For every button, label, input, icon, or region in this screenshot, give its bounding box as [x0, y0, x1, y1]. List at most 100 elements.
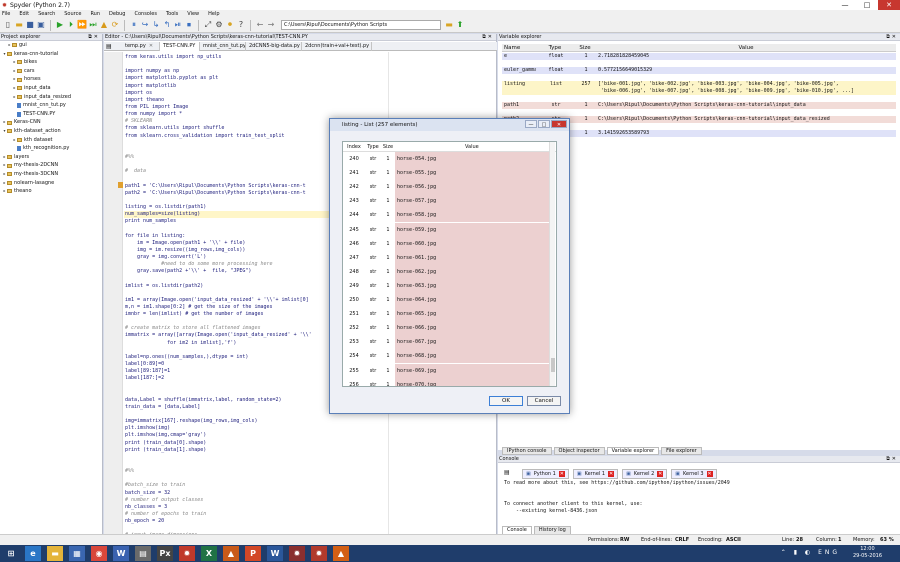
code-line[interactable] — [124, 525, 496, 532]
code-line[interactable] — [124, 475, 496, 482]
open-file-icon[interactable]: ▬ — [14, 20, 24, 30]
console-tab[interactable]: ▣ Kernel 1 ✕ — [572, 469, 619, 479]
pane-tab[interactable]: Variable explorer — [606, 447, 660, 455]
menu-source[interactable]: Source — [64, 11, 81, 17]
console-pane-controls[interactable]: ⧉✕ — [886, 456, 900, 462]
taskbar-matlab2-icon[interactable]: ▲ — [333, 546, 349, 561]
row-value[interactable]: horse-069.jpg — [395, 363, 551, 378]
editor-tab[interactable]: mnist_cnn_tut.py✕ — [200, 42, 246, 51]
row-value[interactable]: horse-058.jpg — [395, 208, 551, 223]
save-all-icon[interactable]: ▣ — [36, 20, 46, 30]
close-console-icon[interactable]: ✕ — [657, 471, 664, 477]
taskbar-word-icon[interactable]: W — [267, 546, 283, 561]
list-row[interactable]: 249 str 1 horse-063.jpg — [343, 278, 551, 293]
list-row[interactable]: 242 str 1 horse-056.jpg — [343, 180, 551, 195]
row-value[interactable]: horse-062.jpg — [395, 264, 551, 279]
list-row[interactable]: 253 str 1 horse-067.jpg — [343, 335, 551, 350]
code-line[interactable]: batch_size = 32 — [124, 490, 496, 497]
tree-item[interactable]: ▾ keras-cnn-tutorial — [0, 50, 102, 59]
col-type[interactable]: Type — [365, 142, 381, 151]
tree-item[interactable]: mnist_cnn_tut.py — [0, 101, 102, 110]
row-value[interactable]: horse-068.jpg — [395, 349, 551, 364]
editor-tab[interactable]: 2dCNN5-big-data.py✕ — [246, 42, 302, 51]
editor-pane-controls[interactable]: ⧉✕ — [482, 34, 496, 40]
list-row[interactable]: 255 str 1 horse-069.jpg — [343, 363, 551, 378]
project-explorer-pane-controls[interactable]: ⧉✕ — [88, 34, 102, 40]
row-value[interactable]: horse-061.jpg — [395, 250, 551, 265]
tree-item[interactable]: ▸ cars — [0, 67, 102, 76]
taskbar-powerpoint-icon[interactable]: P — [245, 546, 261, 561]
code-line[interactable]: import theano — [124, 97, 496, 104]
variable-row[interactable]: e float 1 2.718281828459045 — [502, 53, 896, 60]
row-value[interactable]: horse-059.jpg — [395, 222, 551, 237]
tree-item[interactable]: ▸ horses — [0, 75, 102, 84]
run-selection-icon[interactable]: ▲ — [99, 20, 109, 30]
code-line[interactable]: plt.imshow(img,cmap='gray') — [124, 432, 496, 439]
editor-tab[interactable]: 2dcnn(train+val+test).py✕ — [302, 42, 372, 51]
system-tray[interactable]: ⌃ ▮ ◐ ENG — [781, 549, 840, 556]
list-row[interactable]: 243 str 1 horse-057.jpg — [343, 194, 551, 209]
row-value[interactable]: horse-063.jpg — [395, 278, 551, 293]
save-icon[interactable]: ■ — [25, 20, 35, 30]
ok-button[interactable]: OK — [489, 396, 523, 406]
list-row[interactable]: 244 str 1 horse-058.jpg — [343, 208, 551, 223]
step-return-icon[interactable]: ↰ — [162, 20, 172, 30]
console-tab[interactable]: ▣ Kernel 3 ✕ — [671, 469, 717, 479]
maximize-pane-icon[interactable]: ⤢ — [203, 20, 213, 30]
tree-item[interactable]: TEST-CNN.PY — [0, 110, 102, 119]
tree-item[interactable]: ▸ input_data_resized — [0, 93, 102, 102]
list-row[interactable]: 245 str 1 horse-059.jpg — [343, 222, 551, 237]
step-icon[interactable]: ↪ — [140, 20, 150, 30]
list-row[interactable]: 256 str 1 horse-070.jpg — [343, 377, 551, 386]
list-row[interactable]: 254 str 1 horse-068.jpg — [343, 349, 551, 364]
new-file-icon[interactable]: ▯ — [3, 20, 13, 30]
minimize-button[interactable]: — — [834, 0, 856, 10]
cancel-button[interactable]: Cancel — [527, 396, 561, 406]
row-value[interactable]: horse-057.jpg — [395, 194, 551, 209]
code-line[interactable]: from PIL import Image — [124, 104, 496, 111]
list-row[interactable]: 247 str 1 horse-061.jpg — [343, 250, 551, 265]
console-output[interactable]: To read more about this, see https://git… — [504, 480, 730, 515]
code-line[interactable]: print (train_data[1].shape) — [124, 447, 496, 454]
menu-edit[interactable]: Edit — [19, 11, 29, 17]
tree-item[interactable]: ▸ input_data — [0, 84, 102, 93]
maximize-button[interactable]: □ — [856, 0, 878, 10]
taskbar-chrome-icon[interactable]: ◉ — [91, 546, 107, 561]
close-console-icon[interactable]: ✕ — [558, 471, 565, 477]
taskbar-settings-icon[interactable]: ✹ — [289, 546, 305, 561]
warning-marker-icon[interactable] — [118, 182, 123, 188]
close-console-icon[interactable]: ✕ — [706, 471, 713, 477]
run-cell-icon[interactable]: ⏩ — [77, 20, 87, 30]
taskbar-spyder-icon[interactable]: ✹ — [179, 546, 195, 561]
code-line[interactable]: import matplotlib — [124, 83, 496, 90]
list-row[interactable]: 252 str 1 horse-066.jpg — [343, 321, 551, 336]
browse-folder-icon[interactable]: ▬ — [444, 20, 454, 30]
close-button[interactable]: ✕ — [878, 0, 900, 10]
tree-item[interactable]: ▸ gui — [0, 41, 102, 50]
list-row[interactable]: 241 str 1 horse-055.jpg — [343, 166, 551, 181]
tree-item[interactable]: ▾ kth-dataset_action — [0, 127, 102, 136]
code-line[interactable]: nb_classes = 3 — [124, 504, 496, 511]
menu-file[interactable]: File — [2, 11, 10, 17]
code-line[interactable] — [124, 454, 496, 461]
editor-tab[interactable]: temp.py ✕ — [122, 42, 160, 51]
help-icon[interactable]: ? — [236, 20, 246, 30]
tree-item[interactable]: ▸ bikes — [0, 58, 102, 67]
menu-run[interactable]: Run — [90, 11, 100, 17]
variable-row[interactable]: euler_gamma float 1 0.5772156649015329 — [502, 67, 896, 74]
code-line[interactable] — [124, 61, 496, 68]
menu-search[interactable]: Search — [38, 11, 55, 17]
code-line[interactable]: #batch_size to train — [124, 482, 496, 489]
working-directory-input[interactable]: C:\Users\Ripul\Documents\Python Scripts — [281, 20, 441, 30]
row-value[interactable]: horse-056.jpg — [395, 180, 551, 195]
stop-debug-icon[interactable]: ⏹ — [184, 20, 194, 30]
code-line[interactable]: img=immatrix[167].reshape(img_rows,img_c… — [124, 418, 496, 425]
code-line[interactable]: # number of output classes — [124, 497, 496, 504]
header-type[interactable]: Type — [536, 44, 574, 51]
taskbar-matlab-icon[interactable]: ▲ — [223, 546, 239, 561]
console-tab[interactable]: ▣ Python 1 ✕ — [522, 469, 569, 479]
code-line[interactable]: print (train_data[0].shape) — [124, 440, 496, 447]
list-row[interactable]: 248 str 1 horse-062.jpg — [343, 264, 551, 279]
clock[interactable]: 12:00 29-05-2016 — [853, 546, 882, 560]
header-value[interactable]: Value — [596, 44, 896, 51]
